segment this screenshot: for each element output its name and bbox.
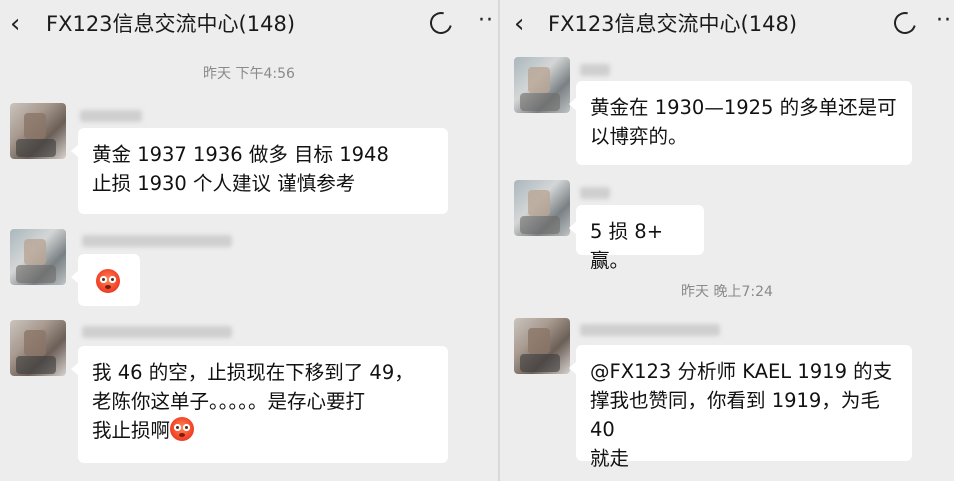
message-line: 我止损啊 [92, 419, 171, 442]
chat-title: FX123信息交流中心(148) [46, 12, 296, 36]
refresh-icon[interactable] [889, 7, 921, 39]
chat-header: ‹ FX123信息交流中心(148) ·· [0, 0, 498, 50]
avatar[interactable] [514, 57, 570, 113]
refresh-icon[interactable] [425, 7, 457, 39]
message-line: 黄金 1937 1936 做多 目标 1948 [92, 143, 389, 166]
avatar[interactable] [514, 318, 570, 374]
chevron-left-icon[interactable]: ‹ [10, 9, 20, 39]
chat-title: FX123信息交流中心(148) [548, 12, 798, 36]
message-line: 止损 1930 个人建议 谨慎参考 [92, 172, 356, 195]
message-line: 撑我也赞同，你看到 1919，为毛 40 [590, 389, 880, 441]
sender-name-blurred [580, 64, 610, 76]
avatar[interactable] [10, 320, 66, 376]
avatar[interactable] [514, 180, 570, 236]
message-timestamp: 昨天 晚上7:24 [681, 284, 773, 300]
message-line: 黄金在 1930—1925 的多单还是可 [590, 96, 897, 119]
message-line: @FX123 分析师 KAEL 1919 的支 [590, 360, 893, 383]
flushed-face-emoji [96, 269, 120, 293]
more-dots-icon[interactable]: ·· [478, 6, 494, 36]
message-line: 老陈你这单子。。。。。是存心要打 [92, 390, 366, 413]
chevron-left-icon[interactable]: ‹ [514, 9, 524, 39]
message-line: 以博弈的。 [590, 125, 688, 148]
avatar[interactable] [10, 229, 66, 285]
message-bubble[interactable]: 5 损 8+ 赢。 [569, 205, 704, 272]
avatar[interactable] [10, 103, 66, 159]
message-line: 5 损 8+ 赢。 [590, 220, 664, 272]
sender-name-blurred [580, 324, 720, 336]
sender-name-blurred [82, 326, 232, 338]
message-bubble[interactable]: 我 46 的空，止损现在下移到了 49， 老陈你这单子。。。。。是存心要打 我止… [71, 346, 448, 463]
flushed-face-emoji [170, 417, 195, 441]
message-line: 我 46 的空，止损现在下移到了 49， [92, 361, 414, 384]
right-chat-panel: ‹ FX123信息交流中心(148) ·· 黄金在 1930—1925 的多单还… [500, 0, 954, 481]
more-dots-icon[interactable]: ·· [936, 6, 952, 36]
message-bubble[interactable]: 黄金在 1930—1925 的多单还是可 以博弈的。 [569, 81, 912, 165]
message-bubble[interactable]: @FX123 分析师 KAEL 1919 的支 撑我也赞同，你看到 1919，为… [569, 345, 912, 470]
chat-header: ‹ FX123信息交流中心(148) ·· [500, 0, 954, 50]
sender-name-blurred [82, 235, 232, 247]
message-timestamp: 昨天 下午4:56 [203, 66, 295, 82]
message-bubble[interactable] [71, 254, 140, 306]
left-chat-panel: ‹ FX123信息交流中心(148) ·· 昨天 下午4:56 黄金 1937 … [0, 0, 498, 481]
message-line: 就走 [590, 447, 630, 470]
sender-name-blurred [580, 187, 610, 199]
sender-name-blurred [80, 110, 142, 122]
message-bubble[interactable]: 黄金 1937 1936 做多 目标 1948 止损 1930 个人建议 谨慎参… [71, 128, 448, 214]
